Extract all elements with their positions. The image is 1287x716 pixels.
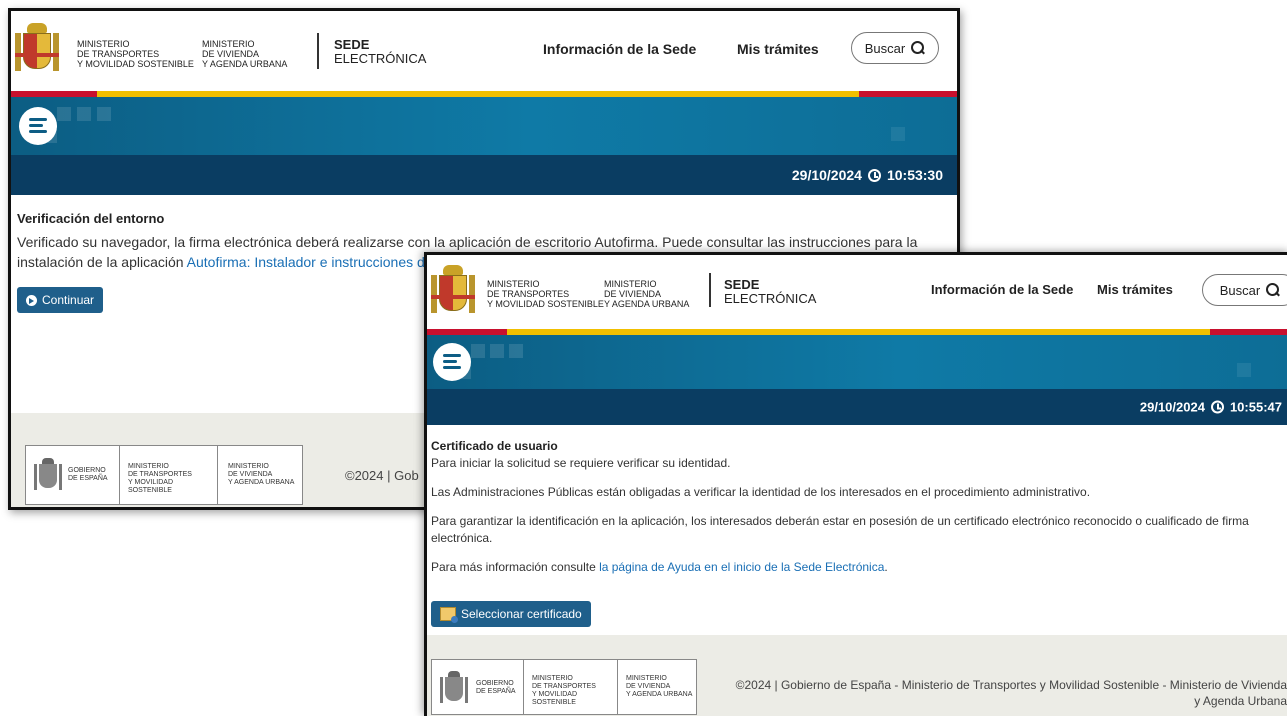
search-label: Buscar: [864, 40, 906, 56]
footer-logos: GOBIERNO DE ESPAÑA MINISTERIO DE TRANSPO…: [25, 445, 303, 505]
sede-subtitle: ELECTRÓNICA: [334, 51, 427, 66]
footer-gobierno-label: GOBIERNO DE ESPAÑA: [476, 680, 516, 695]
header-divider: [709, 273, 711, 307]
site-header: MINISTERIO DE TRANSPORTES Y MOVILIDAD SO…: [427, 255, 1287, 329]
search-icon: [911, 41, 925, 55]
search-label: Buscar: [1219, 282, 1261, 298]
site-header: MINISTERIO DE TRANSPORTES Y MOVILIDAD SO…: [11, 11, 957, 91]
current-time: 10:53:30: [886, 167, 943, 183]
current-date: 29/10/2024: [1139, 399, 1205, 415]
search-button[interactable]: Buscar: [1202, 274, 1287, 306]
footer-gobierno-label: GOBIERNO DE ESPAÑA: [68, 467, 108, 482]
help-link[interactable]: la página de Ayuda en el inicio de la Se…: [599, 560, 884, 574]
clock-icon: [867, 168, 881, 182]
ministry-transportes-label: MINISTERIO DE TRANSPORTES Y MOVILIDAD SO…: [487, 279, 604, 309]
seleccionar-certificado-button[interactable]: Seleccionar certificado: [431, 601, 591, 627]
continuar-button[interactable]: Continuar: [17, 287, 104, 313]
menu-toggle-button[interactable]: [433, 343, 471, 381]
coat-of-arms-logo: [15, 23, 59, 75]
arrow-right-circle-icon: [26, 294, 37, 306]
search-button[interactable]: Buscar: [851, 32, 939, 64]
nav-mis-tramites[interactable]: Mis trámites: [737, 41, 819, 57]
ministry-transportes-label: MINISTERIO DE TRANSPORTES Y MOVILIDAD SO…: [77, 39, 194, 69]
certificate-icon: [440, 607, 458, 623]
nav-mis-tramites[interactable]: Mis trámites: [1097, 282, 1173, 297]
header-banner: [11, 97, 957, 155]
sede-title: SEDE: [334, 37, 370, 52]
help-prefix: Para más información consulte: [431, 560, 600, 574]
header-banner: [427, 335, 1287, 389]
ministry-vivienda-label: MINISTERIO DE VIVIENDA Y AGENDA URBANA: [202, 39, 288, 69]
paragraph-obligation: Las Administraciones Públicas están obli…: [431, 485, 1091, 499]
page-heading: Verificación del entorno: [17, 211, 165, 226]
page-heading: Certificado de usuario: [431, 439, 558, 453]
footer-copyright: ©2024 | Gobierno de España - Ministerio …: [735, 678, 1287, 708]
paragraph-identity: Para iniciar la solicitud se requiere ve…: [431, 456, 731, 470]
paragraph-help: Para más información consulte la página …: [431, 559, 1276, 576]
current-time: 10:55:47: [1229, 399, 1282, 415]
footer-copyright: ©2024 | Gob: [345, 468, 419, 483]
screenshot-certificado: MINISTERIO DE TRANSPORTES Y MOVILIDAD SO…: [424, 252, 1287, 716]
coat-of-arms-logo: [431, 265, 475, 317]
footer-coat-of-arms-icon: [34, 458, 62, 492]
seleccionar-certificado-label: Seleccionar certificado: [461, 607, 582, 621]
footer: GOBIERNO DE ESPAÑA MINISTERIO DE TRANSPO…: [427, 635, 1287, 716]
search-icon: [1266, 283, 1280, 297]
footer-ministry-vivienda: MINISTERIO DE VIVIENDA Y AGENDA URBANA: [626, 675, 693, 698]
clock-icon: [1210, 400, 1224, 414]
sede-title: SEDE: [724, 277, 760, 292]
nav-informacion-sede[interactable]: Información de la Sede: [931, 282, 1073, 297]
footer-ministry-transportes: MINISTERIO DE TRANSPORTES Y MOVILIDAD SO…: [128, 463, 192, 494]
footer-coat-of-arms-icon: [440, 671, 468, 705]
help-suffix: .: [884, 560, 888, 574]
main-content: Certificado de usuario Para iniciar la s…: [431, 439, 1276, 576]
datetime-bar: 29/10/2024 10:53:30: [11, 155, 957, 195]
nav-informacion-sede[interactable]: Información de la Sede: [543, 41, 696, 57]
footer-ministry-vivienda: MINISTERIO DE VIVIENDA Y AGENDA URBANA: [228, 463, 295, 486]
sede-subtitle: ELECTRÓNICA: [724, 291, 817, 306]
current-date: 29/10/2024: [791, 167, 862, 183]
footer-logos: GOBIERNO DE ESPAÑA MINISTERIO DE TRANSPO…: [431, 659, 697, 715]
paragraph-certificate: Para garantizar la identificación en la …: [431, 514, 1249, 545]
menu-toggle-button[interactable]: [19, 107, 57, 145]
datetime-bar: 29/10/2024 10:55:47: [427, 389, 1287, 425]
footer-ministry-transportes: MINISTERIO DE TRANSPORTES Y MOVILIDAD SO…: [532, 675, 596, 706]
continuar-label: Continuar: [42, 293, 95, 307]
ministry-vivienda-label: MINISTERIO DE VIVIENDA Y AGENDA URBANA: [604, 279, 690, 309]
header-divider: [317, 33, 319, 69]
